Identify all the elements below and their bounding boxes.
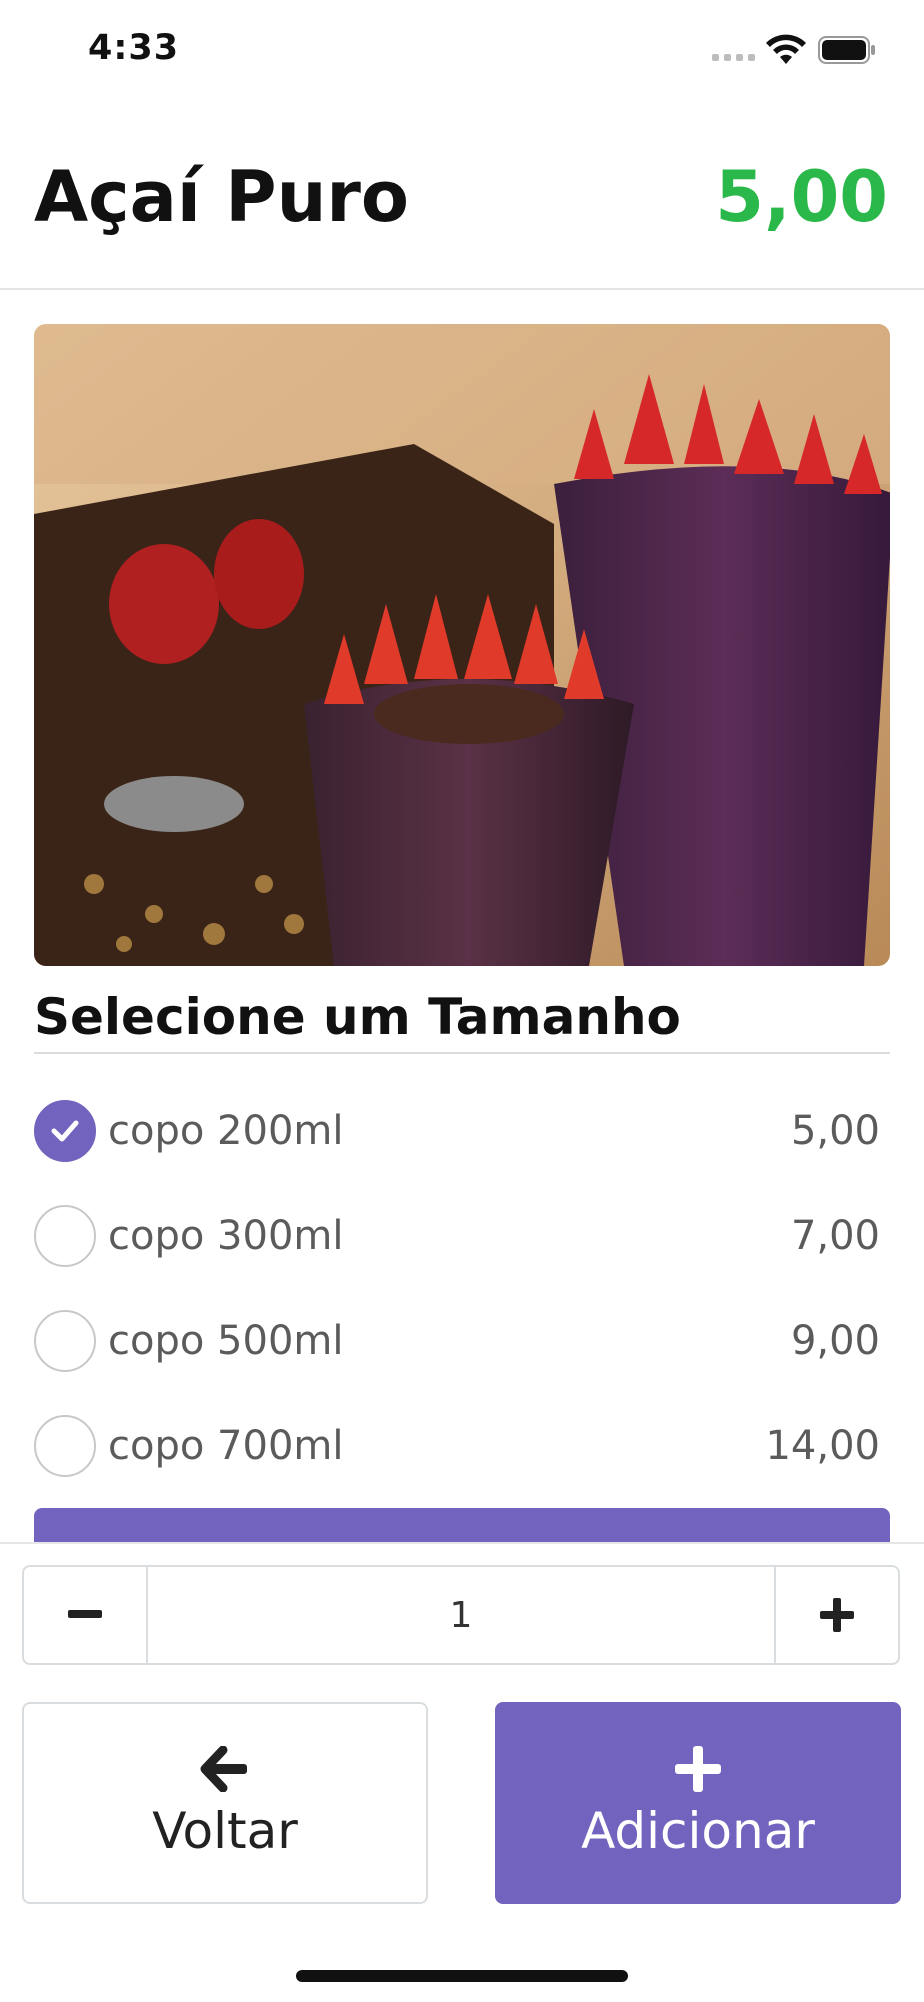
- size-label: copo 200ml: [108, 1107, 344, 1154]
- back-button-label: Voltar: [152, 1802, 298, 1860]
- size-price: 5,00: [790, 1107, 880, 1154]
- size-label: copo 700ml: [108, 1422, 344, 1469]
- size-options-list: copo 200ml 5,00 copo 300ml 7,00 copo 500…: [34, 1078, 890, 1498]
- increase-quantity-button[interactable]: [776, 1567, 898, 1663]
- product-header: Açaí Puro 5,00: [0, 120, 924, 288]
- plus-icon: [820, 1598, 854, 1632]
- quantity-stepper: 1: [22, 1565, 900, 1665]
- size-price: 7,00: [790, 1212, 880, 1259]
- product-image: [34, 324, 890, 966]
- add-button[interactable]: Adicionar: [495, 1702, 901, 1904]
- plus-icon: [675, 1746, 721, 1792]
- header-divider: [0, 288, 924, 290]
- home-indicator: [296, 1970, 628, 1982]
- add-button-label: Adicionar: [581, 1802, 815, 1860]
- size-option-700ml[interactable]: copo 700ml 14,00: [34, 1393, 890, 1498]
- checkmark-icon: [51, 1120, 79, 1141]
- radio-unchecked[interactable]: [34, 1204, 96, 1267]
- wifi-icon: [766, 34, 806, 64]
- quantity-value[interactable]: 1: [146, 1567, 776, 1663]
- size-label: copo 300ml: [108, 1212, 344, 1259]
- size-section-title: Selecione um Tamanho: [34, 988, 681, 1046]
- decrease-quantity-button[interactable]: [24, 1567, 146, 1663]
- cellular-signal-icon: [712, 54, 755, 61]
- size-price: 14,00: [765, 1422, 880, 1469]
- back-button[interactable]: Voltar: [22, 1702, 428, 1904]
- minus-icon: [68, 1610, 102, 1618]
- arrow-left-icon: [200, 1746, 247, 1792]
- size-option-300ml[interactable]: copo 300ml 7,00: [34, 1183, 890, 1288]
- size-option-500ml[interactable]: copo 500ml 9,00: [34, 1288, 890, 1393]
- status-time: 4:33: [88, 28, 180, 68]
- next-section-header-partial: [34, 1508, 890, 1542]
- radio-unchecked[interactable]: [34, 1414, 96, 1477]
- size-price: 9,00: [790, 1317, 880, 1364]
- size-label: copo 500ml: [108, 1317, 344, 1364]
- product-title: Açaí Puro: [34, 156, 410, 238]
- product-price: 5,00: [715, 156, 888, 238]
- size-option-200ml[interactable]: copo 200ml 5,00: [34, 1078, 890, 1183]
- radio-checked[interactable]: [34, 1099, 96, 1162]
- radio-unchecked[interactable]: [34, 1309, 96, 1372]
- section-divider: [34, 1052, 890, 1054]
- status-bar: 4:33: [0, 0, 924, 100]
- battery-icon: [818, 36, 875, 64]
